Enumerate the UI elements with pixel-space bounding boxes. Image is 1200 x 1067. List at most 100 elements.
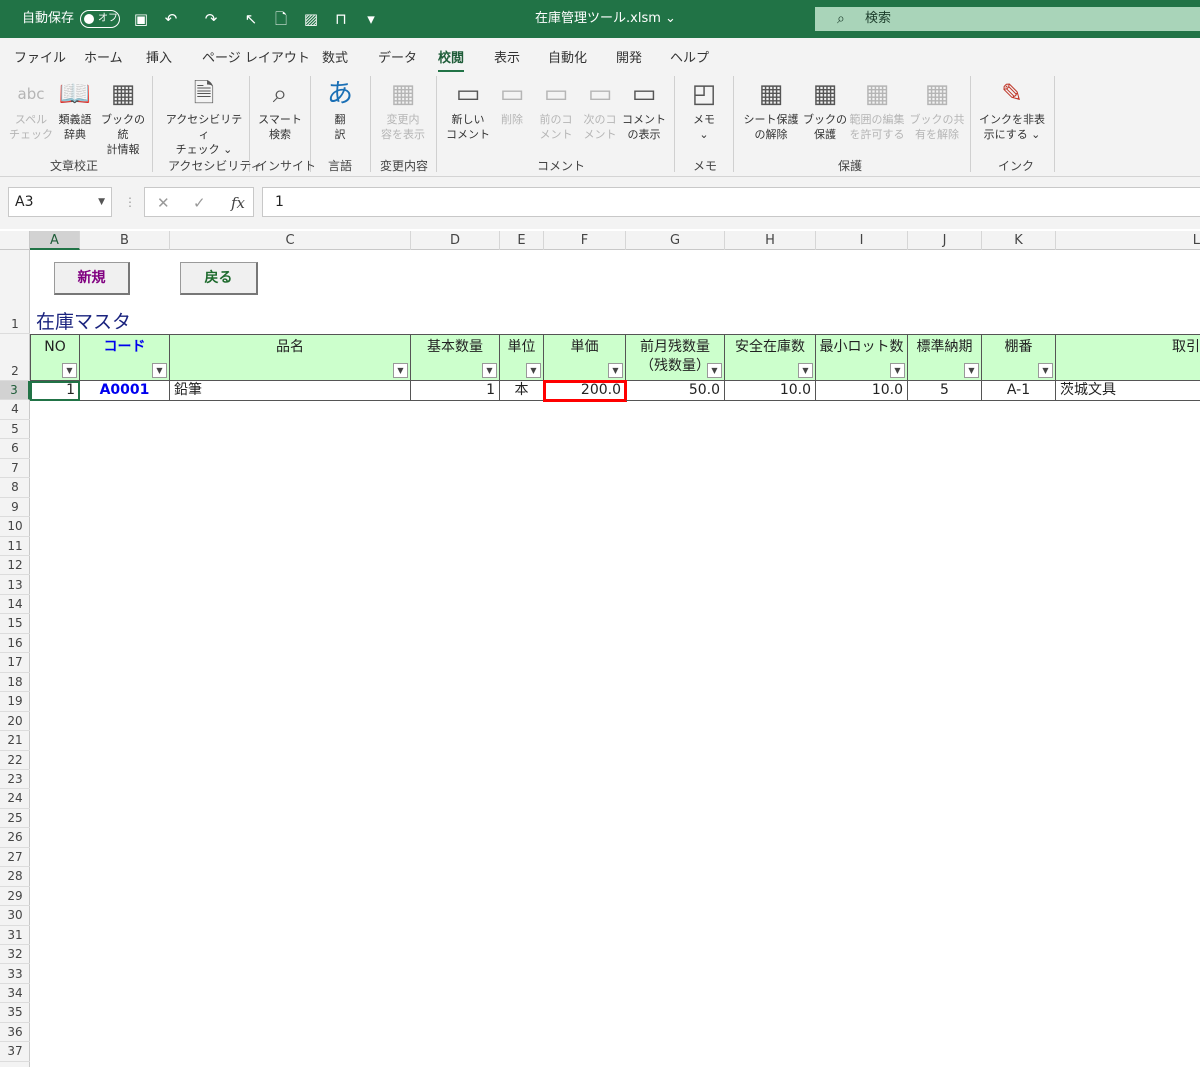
tab-developer[interactable]: 開発	[616, 47, 642, 67]
column-header[interactable]: A	[30, 231, 80, 250]
tab-help[interactable]: ヘルプ	[670, 47, 709, 67]
formula-input[interactable]: 1	[262, 187, 1200, 217]
cell-lead-time[interactable]: 5	[908, 381, 982, 401]
file-title[interactable]: 在庫管理ツール.xlsm ⌄	[535, 0, 676, 38]
workbook-statistics-button[interactable]: ▦ ブックの統 計情報	[98, 76, 148, 156]
row-header[interactable]: 8	[0, 478, 30, 498]
row-header[interactable]: 11	[0, 537, 30, 557]
unprotect-sheet-button[interactable]: ▦ シート保護 の解除	[740, 76, 802, 152]
row-header[interactable]: 16	[0, 634, 30, 654]
column-header[interactable]: E	[500, 231, 544, 250]
row-header[interactable]: 14	[0, 595, 30, 615]
row-header[interactable]: 1	[0, 250, 30, 334]
filter-dropdown-icon[interactable]: ▼	[890, 363, 905, 378]
smart-lookup-button[interactable]: ⌕ スマート 検索	[255, 76, 305, 152]
customize-icon[interactable]: ▾	[362, 10, 380, 28]
row-header[interactable]: 13	[0, 576, 30, 595]
filter-dropdown-icon[interactable]: ▼	[608, 363, 623, 378]
column-header[interactable]: L	[1056, 231, 1200, 250]
row-header[interactable]: 26	[0, 828, 30, 848]
row-header[interactable]: 17	[0, 653, 30, 673]
new-comment-button[interactable]: ▭ 新しい コメント	[443, 76, 493, 152]
row-header[interactable]: 25	[0, 809, 30, 829]
cell-unit-price[interactable]: 200.0	[543, 380, 627, 402]
row-header[interactable]: 28	[0, 867, 30, 887]
unshare-workbook-button[interactable]: ▦ ブックの共 有を解除	[909, 76, 965, 152]
column-header[interactable]: F	[544, 231, 626, 250]
accessibility-check-button[interactable]: 🗎 アクセシビリティ チェック ⌄	[164, 76, 244, 156]
thesaurus-button[interactable]: 📖 類義語 辞典	[50, 76, 100, 152]
column-header[interactable]: I	[816, 231, 908, 250]
new-button[interactable]: 新規	[54, 262, 130, 295]
row-header[interactable]: 2	[0, 334, 30, 381]
tab-view[interactable]: 表示	[494, 47, 520, 67]
column-header[interactable]: K	[982, 231, 1056, 250]
notes-button[interactable]: ◰ メモ ⌄	[679, 76, 729, 152]
row-header[interactable]: 9	[0, 498, 30, 518]
form-icon[interactable]: 🗋	[272, 10, 290, 28]
save-icon[interactable]: ▣	[132, 10, 150, 28]
row-header[interactable]: 6	[0, 439, 30, 459]
row-header[interactable]: 12	[0, 556, 30, 576]
row-header[interactable]: 33	[0, 965, 30, 984]
cell-code[interactable]: A0001	[80, 381, 170, 401]
filter-dropdown-icon[interactable]: ▼	[62, 363, 77, 378]
next-comment-button[interactable]: ▭ 次のコ メント	[575, 76, 625, 152]
cell-prev-month-qty[interactable]: 50.0	[626, 381, 725, 401]
row-header[interactable]: 23	[0, 770, 30, 790]
row-header[interactable]: 10	[0, 517, 30, 537]
tab-automate[interactable]: 自動化	[548, 47, 587, 67]
cell-min-lot[interactable]: 10.0	[816, 381, 908, 401]
row-header[interactable]: 5	[0, 420, 30, 440]
row-header[interactable]: 32	[0, 945, 30, 965]
column-header[interactable]: C	[170, 231, 411, 250]
row-header[interactable]: 15	[0, 614, 30, 634]
previous-comment-button[interactable]: ▭ 前のコ メント	[531, 76, 581, 152]
translate-button[interactable]: あ翻 訳	[315, 76, 365, 152]
row-header[interactable]: 27	[0, 848, 30, 868]
search-box[interactable]: ⌕ 検索	[815, 7, 1200, 31]
filter-dropdown-icon[interactable]: ▼	[964, 363, 979, 378]
tab-data[interactable]: データ	[378, 47, 417, 67]
name-box[interactable]: A3 ▼	[8, 187, 112, 217]
row-header[interactable]: 20	[0, 712, 30, 732]
row-header[interactable]: 36	[0, 1023, 30, 1043]
column-header[interactable]: H	[725, 231, 816, 250]
hide-ink-button[interactable]: ✎ インクを非表 示にする ⌄	[976, 76, 1048, 152]
column-header[interactable]: J	[908, 231, 982, 250]
row-header[interactable]: 3	[0, 381, 30, 401]
filter-dropdown-icon[interactable]: ▼	[707, 363, 722, 378]
tab-page-layout[interactable]: ページ レイアウト	[202, 47, 310, 67]
tab-formulas[interactable]: 数式	[322, 47, 348, 67]
row-header[interactable]: 7	[0, 459, 30, 479]
select-all-corner[interactable]	[0, 231, 30, 250]
autosave-toggle[interactable]: オフ	[80, 10, 120, 28]
row-header[interactable]: 22	[0, 751, 30, 770]
pointer-icon[interactable]: ↖	[242, 10, 260, 28]
undo-icon[interactable]: ↶	[162, 10, 180, 28]
row-header[interactable]: 18	[0, 673, 30, 693]
filter-dropdown-icon[interactable]: ▼	[482, 363, 497, 378]
row-header[interactable]: 21	[0, 731, 30, 751]
filter-dropdown-icon[interactable]: ▼	[526, 363, 541, 378]
row-header[interactable]: 19	[0, 692, 30, 712]
insert-function-icon[interactable]: fx	[231, 188, 245, 218]
cell-supplier[interactable]: 茨城文具	[1056, 381, 1200, 401]
show-changes-button[interactable]: ▦ 変更内 容を表示	[378, 76, 428, 152]
column-header[interactable]: B	[80, 231, 170, 250]
cell-base-qty[interactable]: 1	[411, 381, 500, 401]
tab-insert[interactable]: 挿入	[146, 47, 172, 67]
image-icon[interactable]: ▨	[302, 10, 320, 28]
row-header[interactable]: 35	[0, 1003, 30, 1023]
column-header[interactable]: D	[411, 231, 500, 250]
cell-safety-stock[interactable]: 10.0	[725, 381, 816, 401]
delete-comment-button[interactable]: ▭ 削除	[487, 76, 537, 152]
spelling-button[interactable]: abc スペル チェック	[6, 76, 56, 152]
column-header[interactable]: G	[626, 231, 725, 250]
redo-icon[interactable]: ↷	[202, 10, 220, 28]
filter-dropdown-icon[interactable]: ▼	[152, 363, 167, 378]
back-button[interactable]: 戻る	[180, 262, 258, 295]
cell-shelf[interactable]: A-1	[982, 381, 1056, 401]
protect-workbook-button[interactable]: ▦ ブックの 保護	[800, 76, 850, 152]
allow-edit-ranges-button[interactable]: ▦ 範囲の編集 を許可する	[846, 76, 908, 152]
